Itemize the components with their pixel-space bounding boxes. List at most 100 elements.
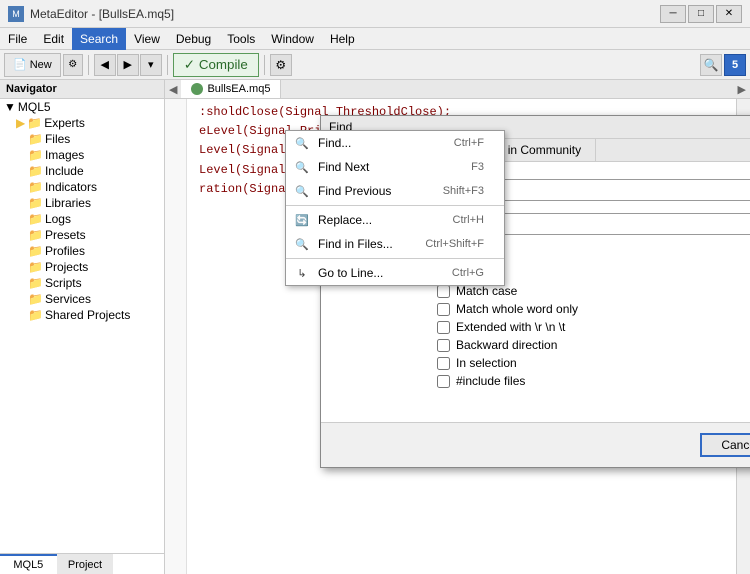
match-case-checkbox[interactable] — [437, 285, 450, 298]
checkbox-backward: Backward direction — [437, 336, 750, 354]
new-button[interactable]: 📄 New — [4, 53, 61, 77]
include-files-checkbox[interactable] — [437, 375, 450, 388]
extended-checkbox[interactable] — [437, 321, 450, 334]
nav-scripts[interactable]: 📁 Scripts — [0, 275, 164, 291]
search-dropdown-menu: 🔍 Find... Ctrl+F 🔍 Find Next F3 🔍 Find P… — [285, 130, 505, 286]
find-next-label: Find Next — [318, 160, 463, 174]
goto-label: Go to Line... — [318, 266, 444, 280]
menu-debug[interactable]: Debug — [168, 28, 219, 50]
nav-label-services: Services — [45, 292, 91, 306]
menu-file[interactable]: File — [0, 28, 35, 50]
match-case-label: Match case — [456, 284, 517, 298]
find-next-shortcut: F3 — [471, 161, 484, 173]
nav-include[interactable]: 📁 Include — [0, 163, 164, 179]
nav-tree: ▼ MQL5 ▶ 📁 Experts 📁 Files 📁 Images 📁 In… — [0, 99, 164, 553]
checkbox-in-selection: In selection — [437, 354, 750, 372]
title-bar: M MetaEditor - [BullsEA.mq5] ─ □ ✕ — [0, 0, 750, 28]
back-button[interactable]: ◀ — [94, 54, 116, 76]
find-next-icon: 🔍 — [294, 159, 310, 175]
tab-project[interactable]: Project — [57, 554, 114, 574]
app-icon: M — [8, 6, 24, 22]
folder-icon-files: 📁 — [28, 132, 43, 146]
nav-label-shared: Shared Projects — [45, 308, 130, 322]
settings-icon-btn[interactable]: ⚙ — [270, 54, 292, 76]
close-button[interactable]: ✕ — [716, 5, 742, 23]
nav-label-scripts: Scripts — [45, 276, 82, 290]
menu-item-find-in-files[interactable]: 🔍 Find in Files... Ctrl+Shift+F — [286, 232, 504, 256]
editor-tab-bullsea[interactable]: BullsEA.mq5 — [181, 80, 281, 98]
compile-button[interactable]: ✓ Compile — [173, 53, 259, 77]
folder-icon-presets: 📁 — [28, 228, 43, 242]
nav-arrows: ◀ ▶ ▾ — [94, 54, 162, 76]
folder-icon: ▶ — [16, 116, 25, 130]
nav-experts[interactable]: ▶ 📁 Experts — [0, 115, 164, 131]
menu-edit[interactable]: Edit — [35, 28, 72, 50]
folder-icon-images: 📁 — [28, 148, 43, 162]
menu-item-replace[interactable]: 🔄 Replace... Ctrl+H — [286, 208, 504, 232]
tab-mql5[interactable]: MQL5 — [0, 554, 57, 574]
toolbar-icon-1[interactable]: ⚙ — [63, 54, 83, 76]
backward-checkbox[interactable] — [437, 339, 450, 352]
navigator-header: Navigator — [0, 80, 164, 99]
nav-logs[interactable]: 📁 Logs — [0, 211, 164, 227]
nav-images[interactable]: 📁 Images — [0, 147, 164, 163]
replace-label: Replace... — [318, 213, 445, 227]
menu-item-goto[interactable]: ↳ Go to Line... Ctrl+G — [286, 261, 504, 285]
nav-indicators[interactable]: 📁 Indicators — [0, 179, 164, 195]
menu-view[interactable]: View — [126, 28, 168, 50]
find-files-icon: 🔍 — [294, 236, 310, 252]
tab-active-icon — [191, 83, 203, 95]
nav-projects[interactable]: 📁 Projects — [0, 259, 164, 275]
nav-files[interactable]: 📁 Files — [0, 131, 164, 147]
menu-window[interactable]: Window — [263, 28, 322, 50]
folder-icon-logs: 📁 — [28, 212, 43, 226]
toolbar-right: 🔍 5 — [700, 54, 746, 76]
menu-bar: File Edit Search View Debug Tools Window… — [0, 28, 750, 50]
minimize-button[interactable]: ─ — [660, 5, 686, 23]
menu-item-find-prev[interactable]: 🔍 Find Previous Shift+F3 — [286, 179, 504, 203]
nav-tab-spacer — [113, 554, 164, 574]
folder-icon-experts: 📁 — [27, 116, 42, 130]
toolbar-badge[interactable]: 5 — [724, 54, 746, 76]
search-toolbar-icon[interactable]: 🔍 — [700, 54, 722, 76]
menu-help[interactable]: Help — [322, 28, 363, 50]
window-title: MetaEditor - [BullsEA.mq5] — [30, 7, 174, 21]
dialog-footer: Cancel Help — [321, 422, 750, 467]
dropdown-button[interactable]: ▾ — [140, 54, 162, 76]
main-layout: Navigator ▼ MQL5 ▶ 📁 Experts 📁 Files 📁 I… — [0, 80, 750, 574]
find-prev-shortcut: Shift+F3 — [443, 185, 484, 197]
title-bar-left: M MetaEditor - [BullsEA.mq5] — [8, 6, 174, 22]
folder-icon-scripts: 📁 — [28, 276, 43, 290]
whole-word-checkbox[interactable] — [437, 303, 450, 316]
maximize-button[interactable]: □ — [688, 5, 714, 23]
cancel-button[interactable]: Cancel — [700, 433, 750, 457]
nav-presets[interactable]: 📁 Presets — [0, 227, 164, 243]
include-files-label: #include files — [456, 374, 525, 388]
nav-shared-projects[interactable]: 📁 Shared Projects — [0, 307, 164, 323]
editor-tab-nav-right[interactable]: ▶ — [734, 83, 750, 96]
folder-icon-projects: 📁 — [28, 260, 43, 274]
menu-search[interactable]: Search — [72, 28, 126, 50]
backward-label: Backward direction — [456, 338, 557, 352]
root-label: MQL5 — [18, 100, 51, 114]
menu-item-find[interactable]: 🔍 Find... Ctrl+F — [286, 131, 504, 155]
find-shortcut: Ctrl+F — [454, 137, 484, 149]
find-label: Find... — [318, 136, 446, 150]
nav-services[interactable]: 📁 Services — [0, 291, 164, 307]
editor-tab-nav-left[interactable]: ◀ — [165, 83, 181, 96]
menu-divider-1 — [286, 205, 504, 206]
new-icon: 📄 — [13, 58, 27, 71]
nav-profiles[interactable]: 📁 Profiles — [0, 243, 164, 259]
nav-libraries[interactable]: 📁 Libraries — [0, 195, 164, 211]
extended-label: Extended with \r \n \t — [456, 320, 565, 334]
nav-label-include: Include — [45, 164, 84, 178]
nav-root[interactable]: ▼ MQL5 — [0, 99, 164, 115]
toolbar-sep-1 — [88, 55, 89, 75]
navigator-panel: Navigator ▼ MQL5 ▶ 📁 Experts 📁 Files 📁 I… — [0, 80, 165, 574]
menu-item-find-next[interactable]: 🔍 Find Next F3 — [286, 155, 504, 179]
folder-icon-profiles: 📁 — [28, 244, 43, 258]
folder-icon-include: 📁 — [28, 164, 43, 178]
forward-button[interactable]: ▶ — [117, 54, 139, 76]
menu-tools[interactable]: Tools — [219, 28, 263, 50]
in-selection-checkbox[interactable] — [437, 357, 450, 370]
